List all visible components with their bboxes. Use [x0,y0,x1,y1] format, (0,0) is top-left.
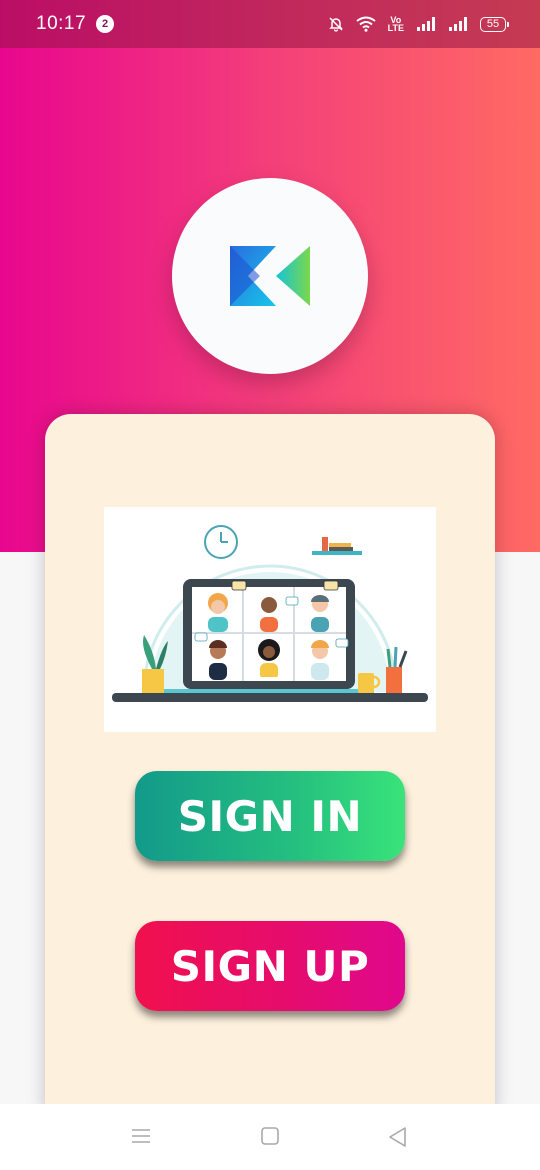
wifi-icon [356,16,376,32]
app-logo-k-icon [230,246,310,306]
status-icons: Vo LTE 55 [328,16,509,33]
volte-bottom-label: LTE [387,23,404,33]
sign-up-button[interactable]: SIGN UP [135,921,405,1011]
system-navigation-bar [0,1104,540,1170]
video-conference-illustration [104,507,436,732]
menu-icon[interactable] [131,1126,151,1146]
app-logo-circle [172,178,368,374]
signal-icon-2 [449,17,467,31]
notification-count-badge: 2 [96,15,115,33]
welcome-card: SIGN IN SIGN UP [45,414,495,1114]
volte-indicator: Vo LTE [387,16,404,33]
video-conference-image [112,525,428,702]
sign-in-button[interactable]: SIGN IN [135,771,405,861]
mute-bell-icon [328,17,343,32]
back-icon[interactable] [387,1126,407,1148]
battery-indicator: 55 [480,16,509,32]
home-icon[interactable] [260,1126,280,1146]
status-time: 10:17 [36,13,87,34]
signal-icon-1 [417,17,435,31]
status-bar: 10:17 2 Vo LTE 55 [0,0,540,48]
